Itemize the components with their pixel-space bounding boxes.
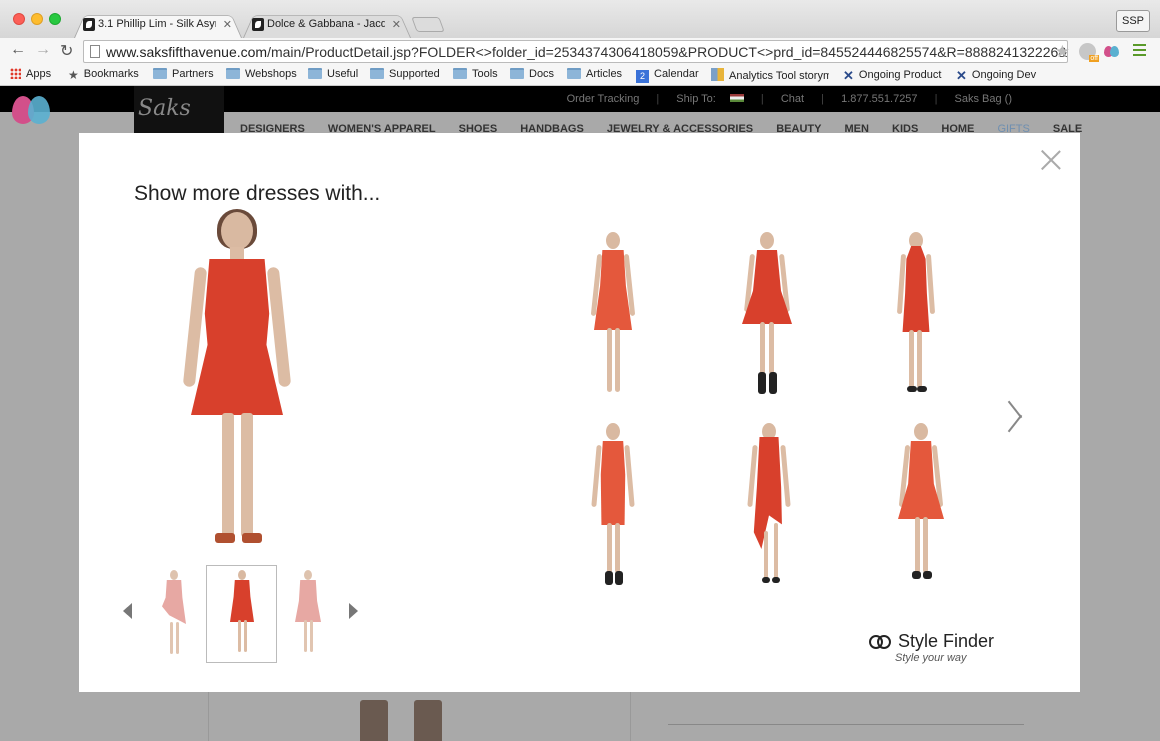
bookmark-partners[interactable]: Partners: [153, 68, 214, 80]
product-image-boots: [356, 694, 446, 741]
divider: [668, 724, 1024, 725]
bookmark-ongoing-product[interactable]: ✕ Ongoing Product: [843, 68, 941, 84]
close-icon[interactable]: ✕: [223, 18, 232, 31]
forward-arrow-icon[interactable]: →: [35, 41, 51, 59]
bookmark-webshops[interactable]: Webshops: [226, 68, 297, 80]
bookmark-tools[interactable]: Tools: [453, 68, 498, 80]
calendar-icon: 2: [636, 70, 649, 83]
address-bar[interactable]: www.saksfifthavenue.com/main/ProductDeta…: [83, 40, 1068, 63]
extension-badge: off: [1089, 55, 1099, 62]
modal-title: Show more dresses with...: [134, 182, 381, 205]
profile-button[interactable]: SSP: [1115, 10, 1150, 32]
main-product-image: [182, 209, 292, 554]
next-results-arrow[interactable]: [1004, 398, 1026, 434]
bookmark-bookmarks[interactable]: ★ Bookmarks: [68, 68, 139, 82]
result-dress-6[interactable]: [896, 423, 946, 591]
previous-thumbnail-arrow[interactable]: [123, 603, 132, 619]
bookmark-useful[interactable]: Useful: [308, 68, 358, 80]
flag-icon: [729, 94, 744, 102]
style-finder-tagline: Style your way: [895, 652, 967, 664]
x-icon: ✕: [956, 68, 967, 83]
window-maximize-button[interactable]: [49, 13, 61, 25]
saks-bag-link[interactable]: Saks Bag (): [955, 93, 1012, 105]
result-dress-1[interactable]: [590, 232, 636, 400]
browser-toolbar: ← → ↻ www.saksfifthavenue.com/main/Produ…: [0, 38, 1160, 64]
saks-favicon-icon: [252, 18, 264, 31]
page-icon: [90, 45, 100, 58]
apps-icon: [10, 68, 21, 79]
result-dress-3[interactable]: [894, 232, 938, 400]
folder-icon: [453, 68, 467, 79]
show-more-dresses-modal: Show more dresses with... Style Finder S…: [79, 133, 1080, 692]
extension-off-icon[interactable]: off: [1079, 43, 1099, 62]
result-dress-5[interactable]: [744, 423, 794, 591]
reload-icon[interactable]: ↻: [60, 41, 73, 61]
new-tab-button[interactable]: [411, 17, 445, 32]
chat-link[interactable]: Chat: [781, 93, 804, 105]
drops-logo-icon: [12, 90, 52, 126]
bookmarks-bar: Apps ★ Bookmarks Partners Webshops Useful…: [0, 64, 1160, 86]
style-finder-rings-icon: [869, 635, 891, 649]
bookmark-apps[interactable]: Apps: [10, 68, 51, 80]
window-close-button[interactable]: [13, 13, 25, 25]
result-dress-2[interactable]: [742, 232, 792, 400]
x-icon: ✕: [843, 68, 854, 83]
folder-icon: [226, 68, 240, 79]
tab-title: 3.1 Phillip Lim - Silk Asymm: [98, 18, 216, 30]
window-titlebar: 3.1 Phillip Lim - Silk Asymm ✕ Dolce & G…: [0, 0, 1160, 38]
phone-number: 1.877.551.7257: [841, 93, 918, 105]
order-tracking-link[interactable]: Order Tracking: [567, 93, 640, 105]
url-host: www.saksfifthavenue.com: [106, 44, 268, 60]
bookmark-analytics[interactable]: Analytics Tool storym: [711, 68, 829, 82]
folder-icon: [308, 68, 322, 79]
saks-favicon-icon: [83, 18, 95, 31]
star-icon: ★: [68, 68, 79, 82]
result-dress-4[interactable]: [591, 423, 635, 591]
chrome-menu-icon[interactable]: [1133, 44, 1146, 59]
next-thumbnail-arrow[interactable]: [349, 603, 358, 619]
folder-icon: [567, 68, 581, 79]
back-arrow-icon[interactable]: ←: [10, 41, 26, 59]
bookmark-docs[interactable]: Docs: [510, 68, 554, 80]
thumbnail-1[interactable]: [159, 570, 189, 658]
bookmark-ongoing-dev[interactable]: ✕ Ongoing Dev: [956, 68, 1036, 84]
grid-icon: [711, 68, 724, 81]
url-path: /main/ProductDetail.jsp?FOLDER<>folder_i…: [267, 44, 1068, 60]
bookmark-articles[interactable]: Articles: [567, 68, 622, 80]
close-icon[interactable]: ✕: [392, 18, 401, 31]
tab-dolce-gabbana[interactable]: Dolce & Gabbana - Jacqua ✕: [243, 12, 411, 38]
drops-extension-icon[interactable]: [1103, 43, 1120, 60]
window-minimize-button[interactable]: [31, 13, 43, 25]
bookmark-supported[interactable]: Supported: [370, 68, 440, 80]
tab-title: Dolce & Gabbana - Jacqua: [267, 18, 385, 30]
folder-icon: [510, 68, 524, 79]
thumbnail-3[interactable]: [293, 570, 323, 658]
style-finder-title: Style Finder: [898, 631, 995, 651]
tab-phillip-lim[interactable]: 3.1 Phillip Lim - Silk Asymm ✕: [74, 12, 242, 38]
folder-icon: [370, 68, 384, 79]
folder-icon: [153, 68, 167, 79]
thumbnail-2[interactable]: [227, 570, 257, 658]
saks-logo[interactable]: Saks: [134, 86, 224, 134]
close-icon[interactable]: [1040, 149, 1062, 171]
bookmark-calendar[interactable]: 2 Calendar: [636, 68, 699, 83]
ship-to-link[interactable]: Ship To:: [676, 93, 744, 105]
bookmark-star-icon[interactable]: ★: [1055, 42, 1070, 62]
